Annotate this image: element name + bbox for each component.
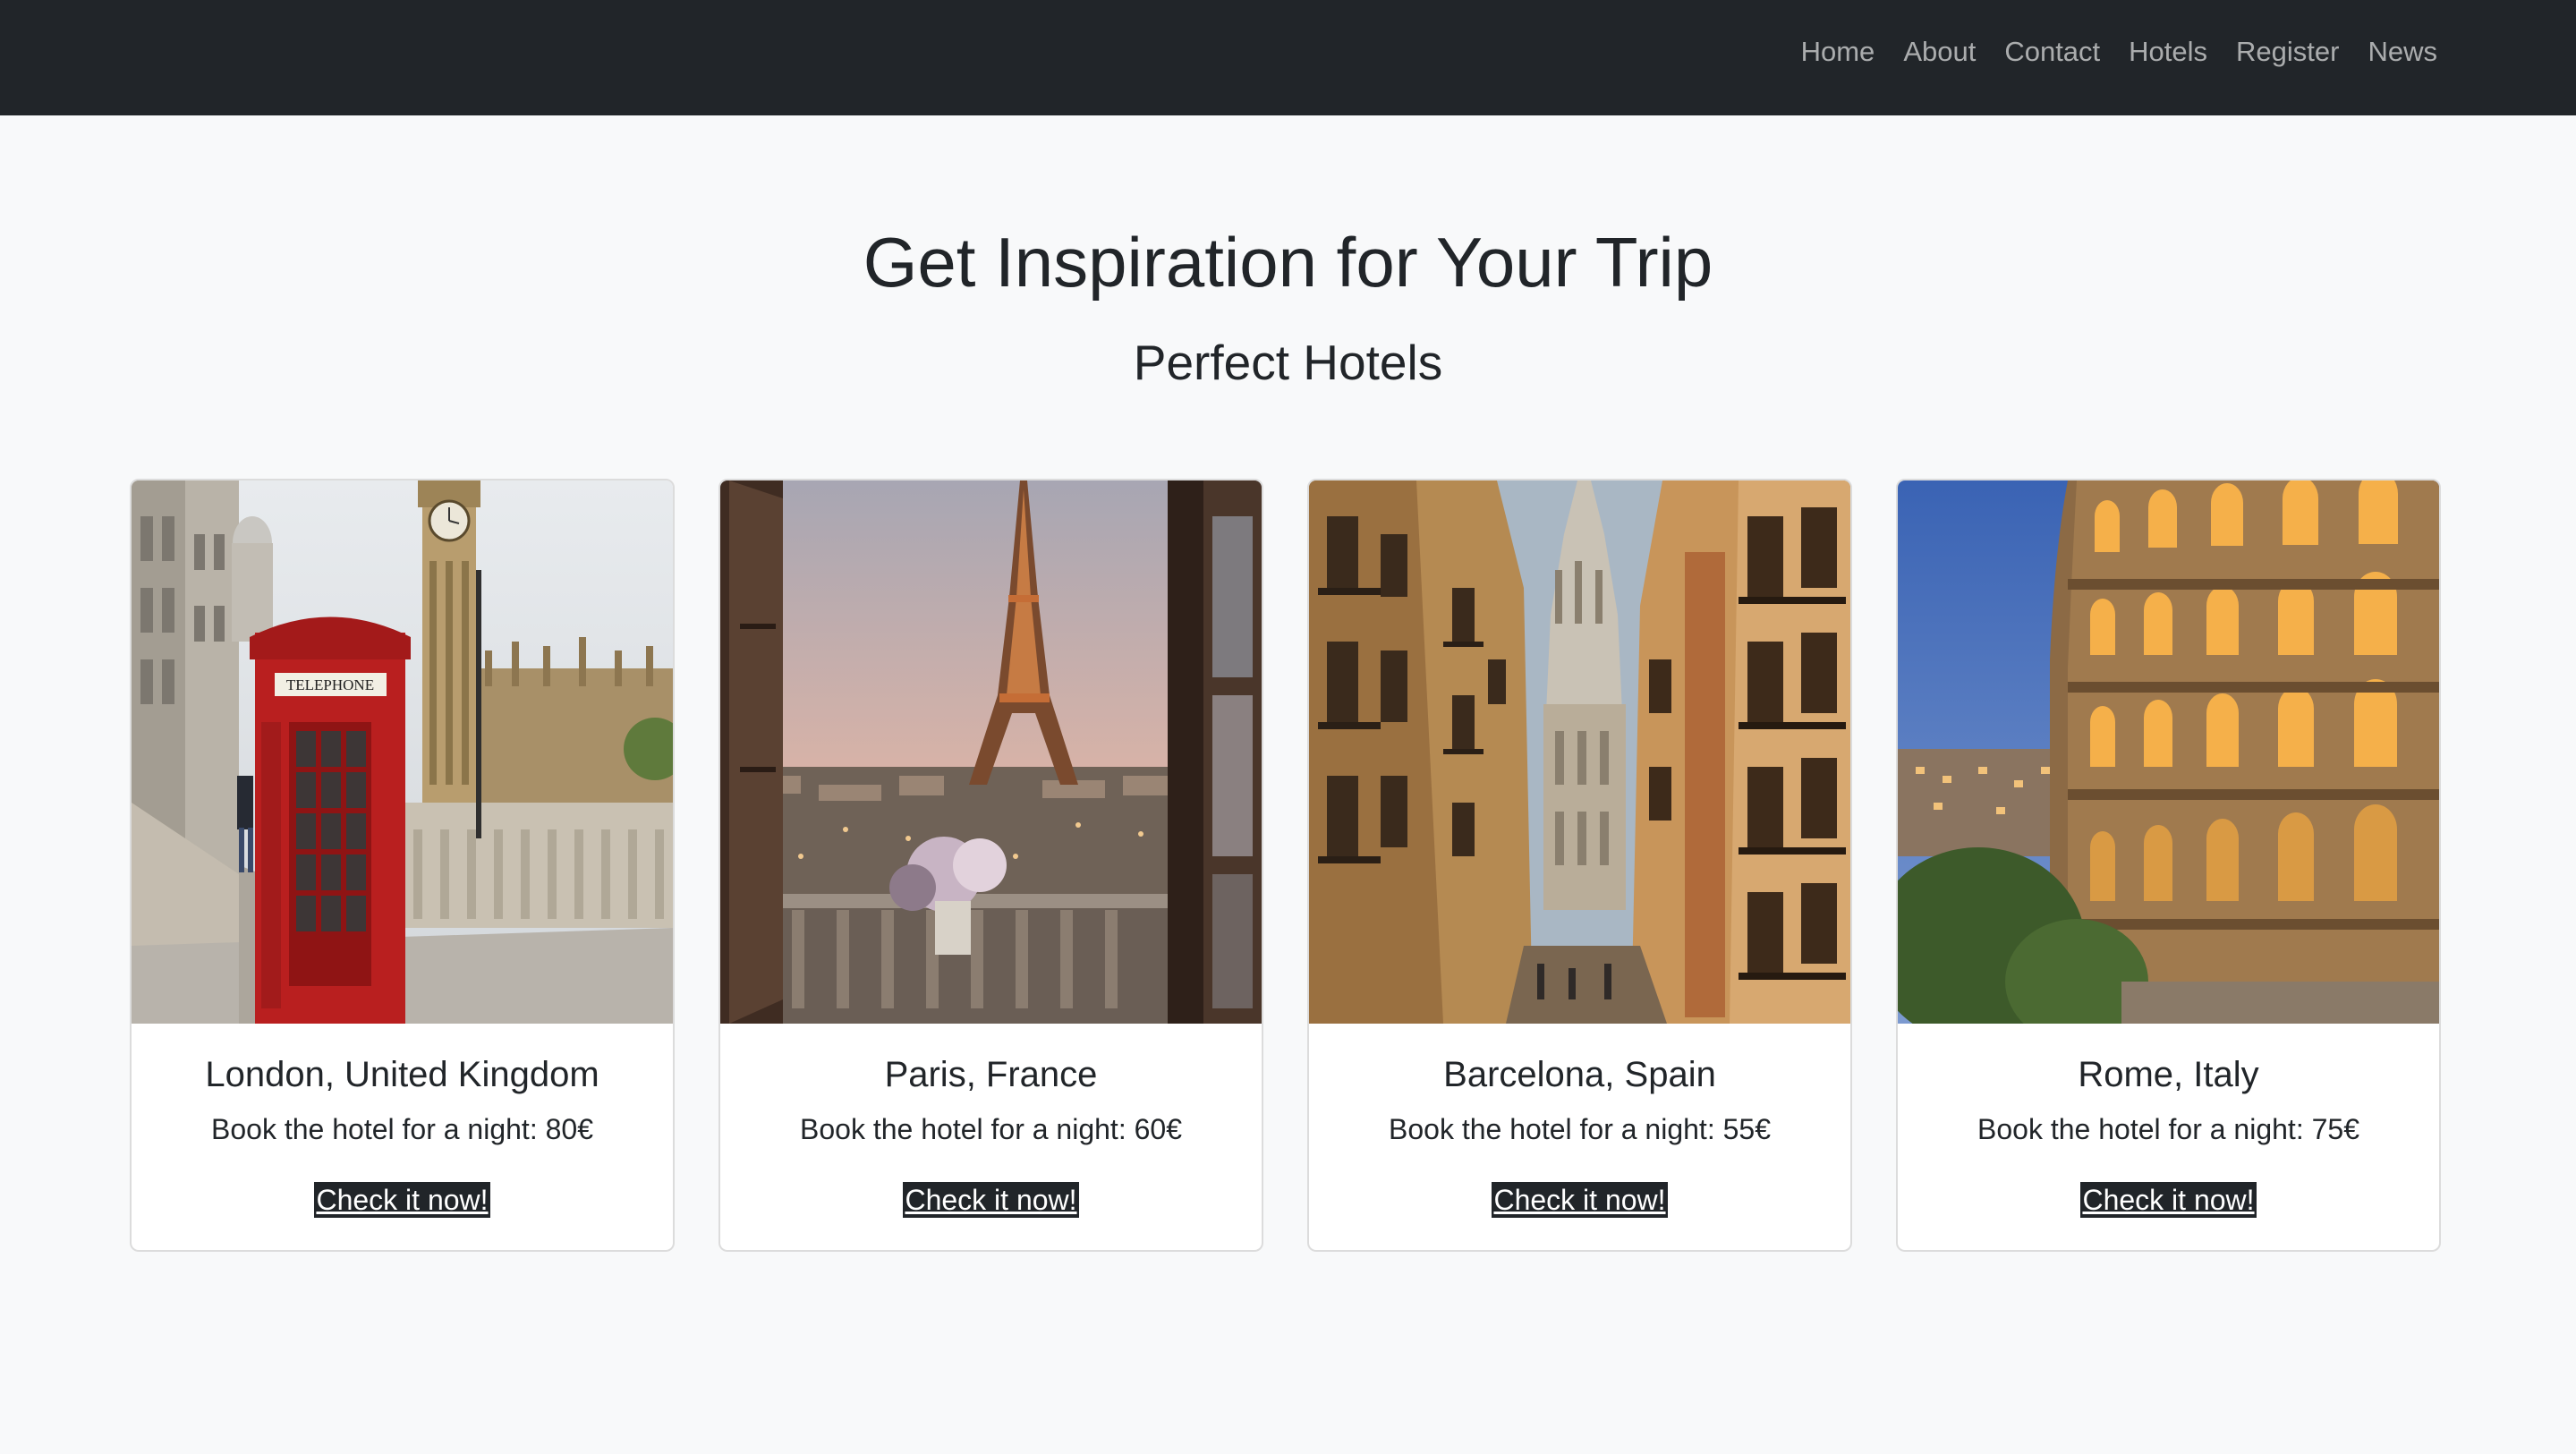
check-it-now-link[interactable]: Check it now!: [2080, 1182, 2257, 1218]
card-price-text: Book the hotel for a night: 75€: [1977, 1113, 2359, 1145]
check-it-now-link[interactable]: Check it now!: [1492, 1182, 1668, 1218]
nav-link-hotels[interactable]: Hotels: [2129, 36, 2207, 68]
nav-link-home[interactable]: Home: [1801, 36, 1875, 68]
card-link-wrap: Check it now!: [132, 1182, 673, 1218]
page-subtitle: Perfect Hotels: [1133, 335, 1443, 390]
nav-link-register[interactable]: Register: [2236, 36, 2339, 68]
card-link-wrap: Check it now!: [720, 1182, 1262, 1218]
nav-link-about[interactable]: About: [1903, 36, 1976, 68]
card-link-wrap: Check it now!: [1898, 1182, 2439, 1218]
paris-photo: [720, 480, 1262, 1024]
card-title: Rome, Italy: [2078, 1055, 2259, 1094]
rome-photo: [1898, 480, 2439, 1024]
card-title: Barcelona, Spain: [1443, 1055, 1716, 1094]
colosseum-image: [1898, 480, 2439, 1024]
nav-link-news[interactable]: News: [2368, 36, 2437, 68]
hotel-card-london: TELEPHONE London, United Kingdom Book th…: [130, 479, 675, 1252]
london-telephone-box-image: TELEPHONE: [132, 480, 673, 1024]
card-price-text: Book the hotel for a night: 60€: [800, 1113, 1182, 1145]
card-price-text: Book the hotel for a night: 80€: [211, 1113, 593, 1145]
card-link-wrap: Check it now!: [1309, 1182, 1850, 1218]
nav-link-contact[interactable]: Contact: [2004, 36, 2100, 68]
london-photo: TELEPHONE: [132, 480, 673, 1024]
barcelona-photo: [1309, 480, 1850, 1024]
eiffel-tower-window-image: [720, 480, 1262, 1024]
hotel-card-barcelona: Barcelona, Spain Book the hotel for a ni…: [1307, 479, 1852, 1252]
narrow-street-image: [1309, 480, 1850, 1024]
hotel-card-paris: Paris, France Book the hotel for a night…: [718, 479, 1263, 1252]
check-it-now-link[interactable]: Check it now!: [314, 1182, 490, 1218]
card-price-text: Book the hotel for a night: 55€: [1389, 1113, 1771, 1145]
check-it-now-link[interactable]: Check it now!: [903, 1182, 1079, 1218]
hotel-cards: TELEPHONE London, United Kingdom Book th…: [130, 479, 2448, 1252]
hotel-card-rome: Rome, Italy Book the hotel for a night: …: [1896, 479, 2441, 1252]
top-navbar: Home About Contact Hotels Register News: [0, 0, 2576, 115]
nav-links: Home About Contact Hotels Register News: [1801, 0, 2437, 104]
card-title: London, United Kingdom: [205, 1055, 599, 1094]
page-title: Get Inspiration for Your Trip: [863, 223, 1713, 302]
telephone-sign-text: TELEPHONE: [286, 676, 374, 693]
card-title: Paris, France: [884, 1055, 1098, 1094]
